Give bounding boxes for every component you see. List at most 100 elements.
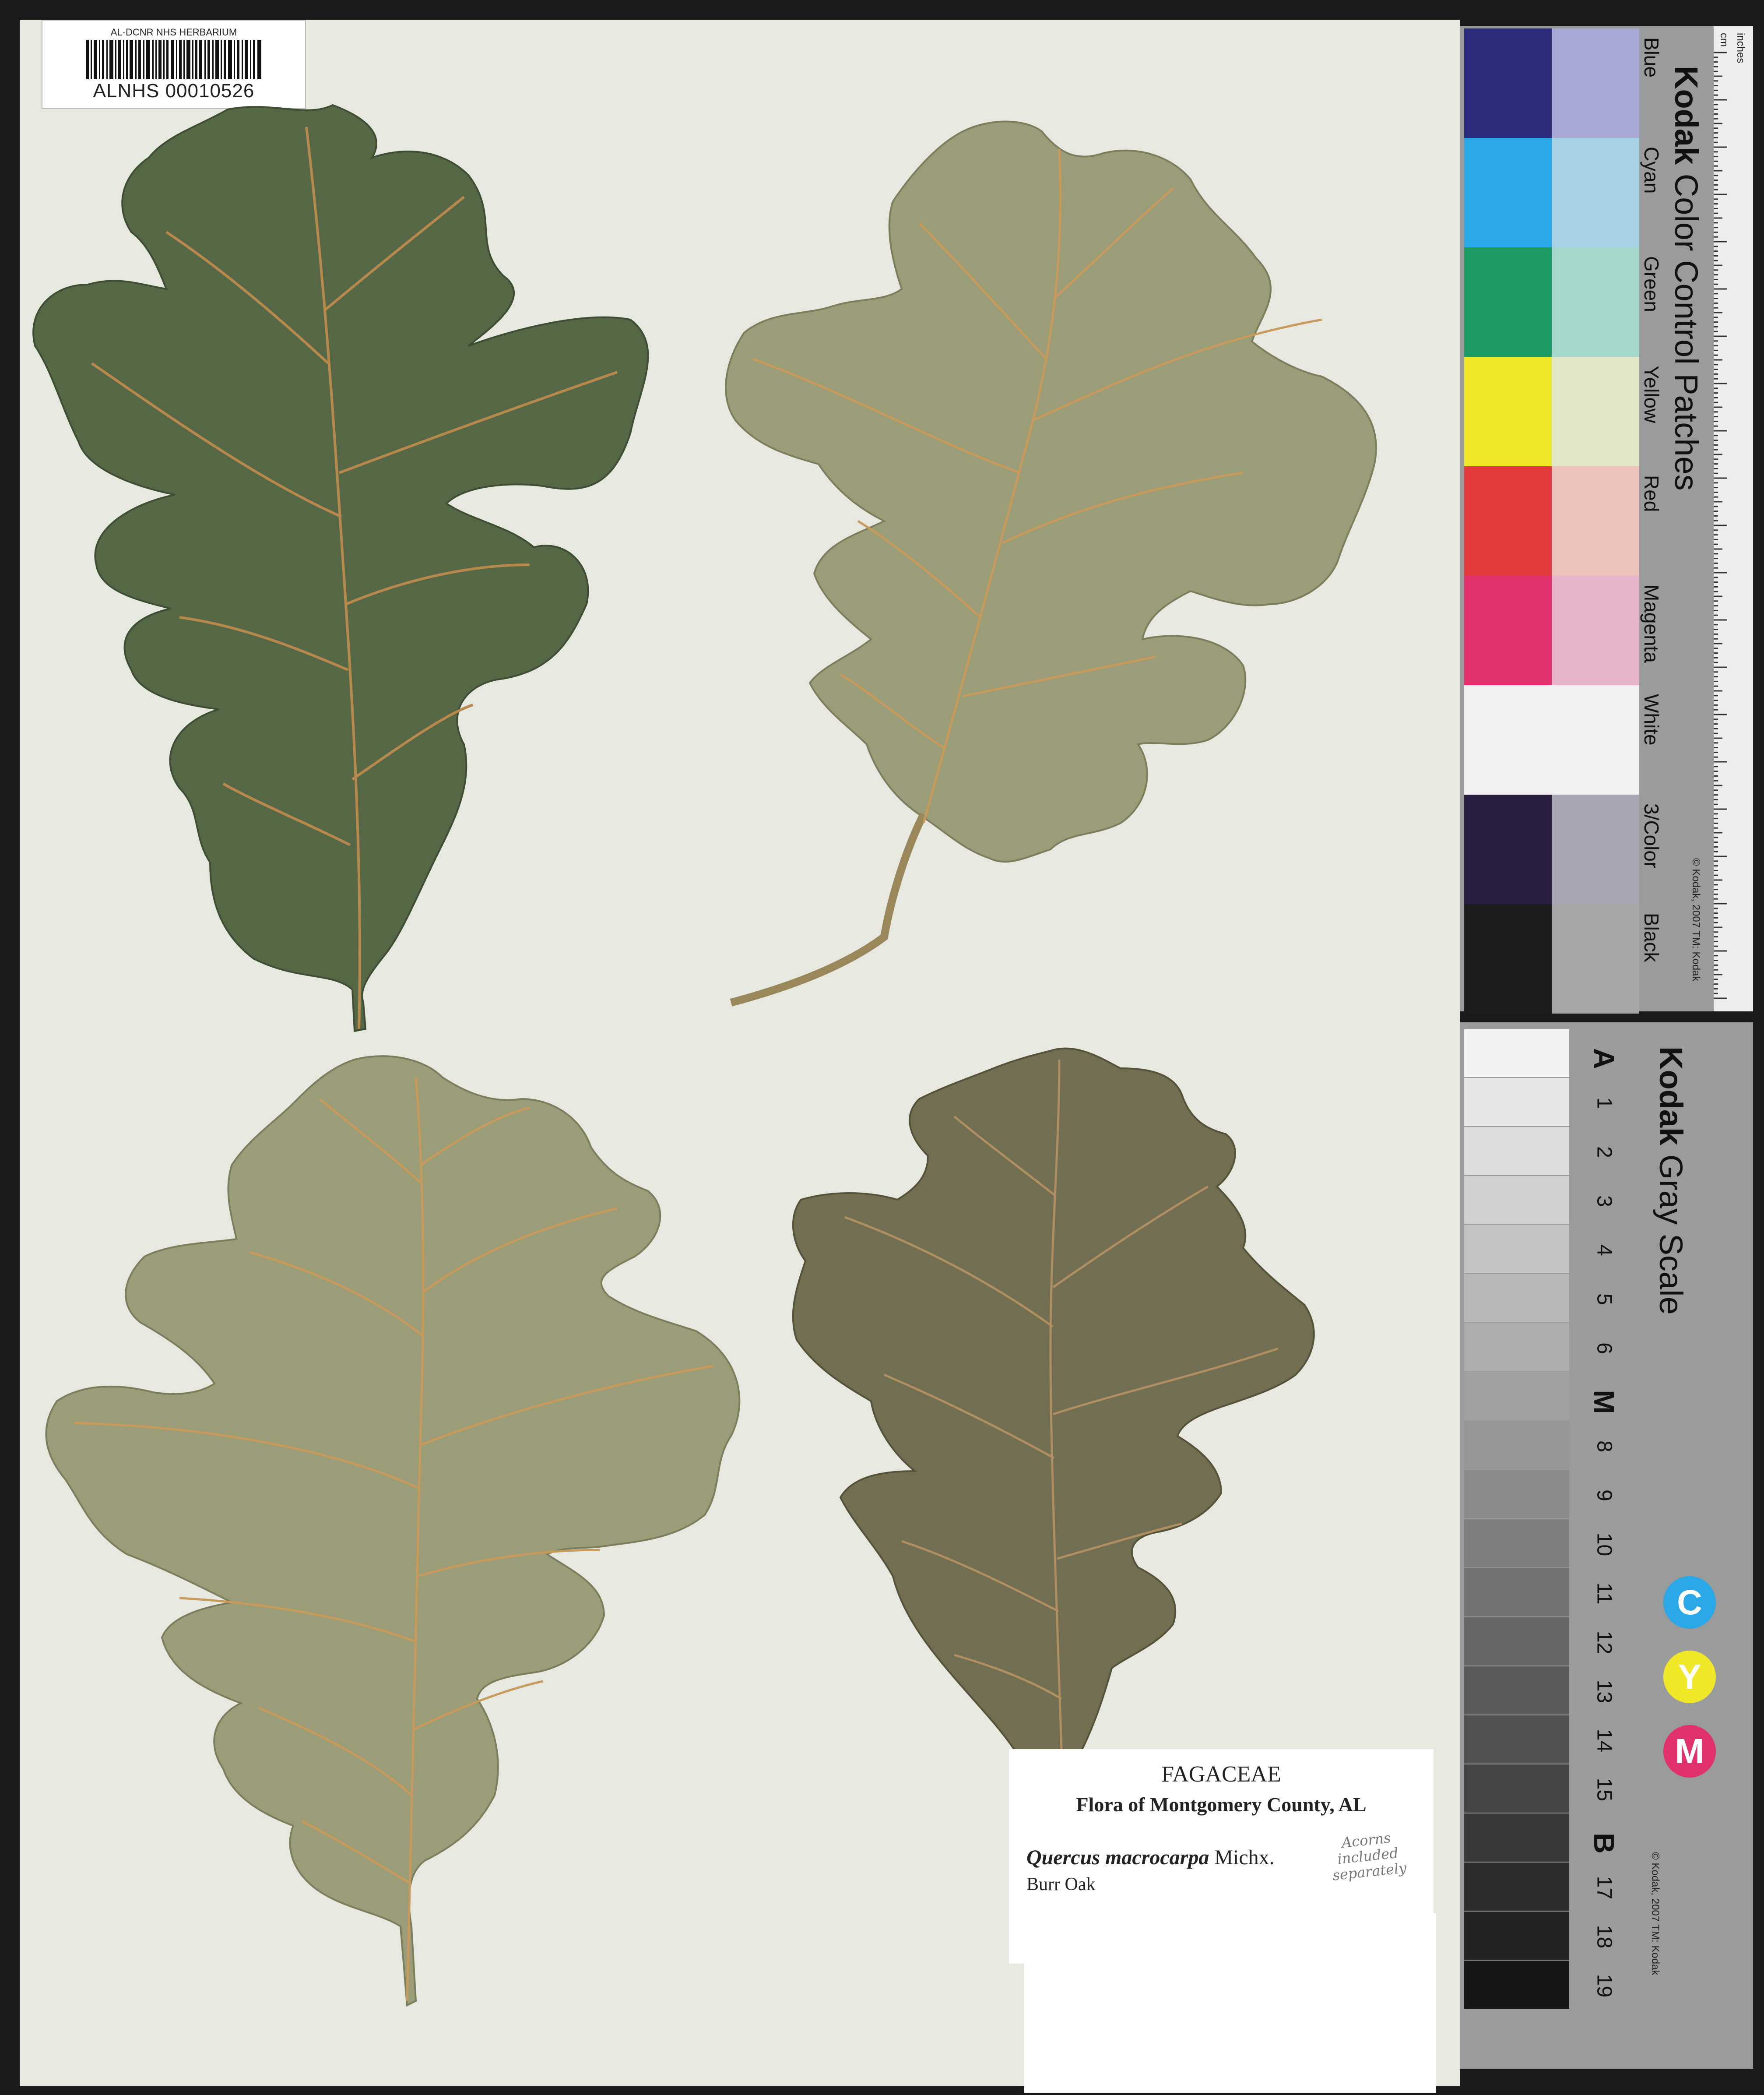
gray-patch [1464, 1813, 1569, 1862]
flora-title: Flora of Montgomery County, AL [1076, 1793, 1367, 1816]
family-name: FAGACEAE [1161, 1762, 1281, 1787]
ruler-units-bottom: cm [1718, 33, 1730, 47]
ruler-units-top: inches [1735, 33, 1746, 63]
leaf-blade [725, 120, 1377, 863]
gray-step-label: 6 [1592, 1342, 1616, 1354]
gray-chart-name: Gray Scale [1653, 1154, 1689, 1315]
kodak-logo: Kodak [1668, 66, 1704, 165]
color-label: Green [1640, 256, 1663, 312]
gray-patch [1464, 1078, 1569, 1126]
ruler [1714, 26, 1753, 1011]
gray-step-label: 11 [1592, 1582, 1616, 1605]
gray-step-label: 13 [1592, 1680, 1616, 1704]
gray-patch [1464, 1470, 1569, 1518]
gray-patch [1464, 1029, 1569, 1077]
petiole [730, 812, 928, 1007]
gray-patch [1464, 1764, 1569, 1813]
gray-patch [1464, 1568, 1569, 1616]
gray-chart-copyright: © Kodak, 2007 TM: Kodak [1649, 1852, 1661, 1975]
color-label: Blue [1640, 37, 1663, 78]
color-patch-cyan [1464, 138, 1552, 247]
common-name: Burr Oak [1026, 1874, 1096, 1894]
herbarium-name: AL-DCNR NHS HERBARIUM [110, 27, 237, 38]
color-label: White [1640, 694, 1663, 746]
gray-patch [1464, 1176, 1569, 1224]
color-label: Magenta [1640, 584, 1663, 663]
scientific-name: Quercus macrocarpa Michx. [1026, 1845, 1275, 1870]
gray-patch [1464, 1323, 1569, 1371]
cym-mark-m: M [1663, 1725, 1716, 1778]
ruler-ticks [1714, 52, 1727, 999]
leaf-top-left [32, 104, 649, 1032]
cym-mark-y: Y [1663, 1651, 1716, 1703]
leaf-top-right [725, 120, 1377, 1007]
gray-step-label: 2 [1592, 1146, 1616, 1158]
gray-step-label: 12 [1592, 1630, 1616, 1655]
gray-patch [1464, 1421, 1569, 1469]
gray-patch [1464, 1912, 1569, 1960]
color-patch-light-white [1552, 685, 1639, 795]
gray-chart-title: Kodak Gray Scale [1652, 1046, 1690, 1315]
gray-patch [1464, 1274, 1569, 1322]
gray-patch [1464, 1715, 1569, 1764]
color-patch-light-red [1552, 466, 1639, 576]
color-label: 3/Color [1640, 803, 1663, 869]
barcode-bars [86, 40, 261, 79]
gray-patch [1464, 1127, 1569, 1175]
accession-number: ALNHS 00010526 [93, 80, 255, 102]
gray-patch [1464, 1225, 1569, 1273]
gray-step-label: 1 [1592, 1097, 1616, 1109]
color-label: Yellow [1640, 366, 1663, 423]
leaf-blade [32, 104, 649, 1032]
color-patch-light-magenta [1552, 576, 1639, 685]
cym-mark-c: C [1663, 1576, 1716, 1629]
color-chart-title: Kodak Color Control Patches [1668, 66, 1705, 491]
gray-patch [1464, 1666, 1569, 1715]
barcode-label: AL-DCNR NHS HERBARIUM ALNHS 00010526 [42, 20, 306, 109]
gray-step-label: 19 [1592, 1974, 1616, 1998]
gray-patch [1464, 1961, 1569, 2009]
color-patch-light-blue [1552, 28, 1639, 138]
color-label: Cyan [1640, 147, 1663, 194]
color-patch-white [1464, 685, 1552, 795]
color-patch-light-green [1552, 247, 1639, 357]
gray-patch [1464, 1617, 1569, 1665]
handwritten-note: Acorns included separately [1309, 1827, 1427, 1886]
gray-step-label: 10 [1592, 1532, 1616, 1556]
color-patch-3-color [1464, 795, 1552, 904]
color-patch-blue [1464, 28, 1552, 138]
leaf-bottom-left [45, 1055, 741, 2007]
leaf-blade [792, 1047, 1315, 1831]
gray-step-label: 14 [1592, 1729, 1616, 1753]
color-patch-yellow [1464, 357, 1552, 466]
gray-step-label: 17 [1592, 1876, 1616, 1900]
gray-step-label: A [1588, 1048, 1620, 1069]
gray-step-label: M [1588, 1390, 1620, 1414]
gray-step-label: 5 [1592, 1293, 1616, 1305]
color-patch-light-3-color [1552, 795, 1639, 904]
species-author: Michx. [1214, 1846, 1275, 1869]
color-patch-magenta [1464, 576, 1552, 685]
leaf-bottom-right [792, 1047, 1315, 1831]
gray-step-label: 4 [1592, 1244, 1616, 1256]
blank-label-card [1024, 1913, 1436, 2093]
gray-step-label: 15 [1592, 1778, 1616, 1802]
color-chart-name: Color Control Patches [1668, 173, 1704, 491]
gray-step-label: B [1588, 1833, 1620, 1854]
kodak-logo-gray: Kodak [1653, 1046, 1689, 1146]
color-label: Red [1640, 475, 1663, 512]
gray-patch [1464, 1863, 1569, 1911]
gray-step-label: 8 [1592, 1440, 1616, 1452]
gray-step-label: 9 [1592, 1489, 1616, 1501]
color-patch-light-cyan [1552, 138, 1639, 247]
gray-step-label: 3 [1592, 1195, 1616, 1207]
species-name: Quercus macrocarpa [1026, 1846, 1209, 1869]
color-patch-light-black [1552, 904, 1639, 1014]
color-patch-green [1464, 247, 1552, 357]
color-chart-copyright: © Kodak, 2007 TM: Kodak [1690, 858, 1702, 982]
leaf-blade [45, 1055, 741, 2007]
gray-patch [1464, 1372, 1569, 1420]
color-label: Black [1640, 913, 1663, 962]
color-patch-red [1464, 466, 1552, 576]
color-patch-light-yellow [1552, 357, 1639, 466]
